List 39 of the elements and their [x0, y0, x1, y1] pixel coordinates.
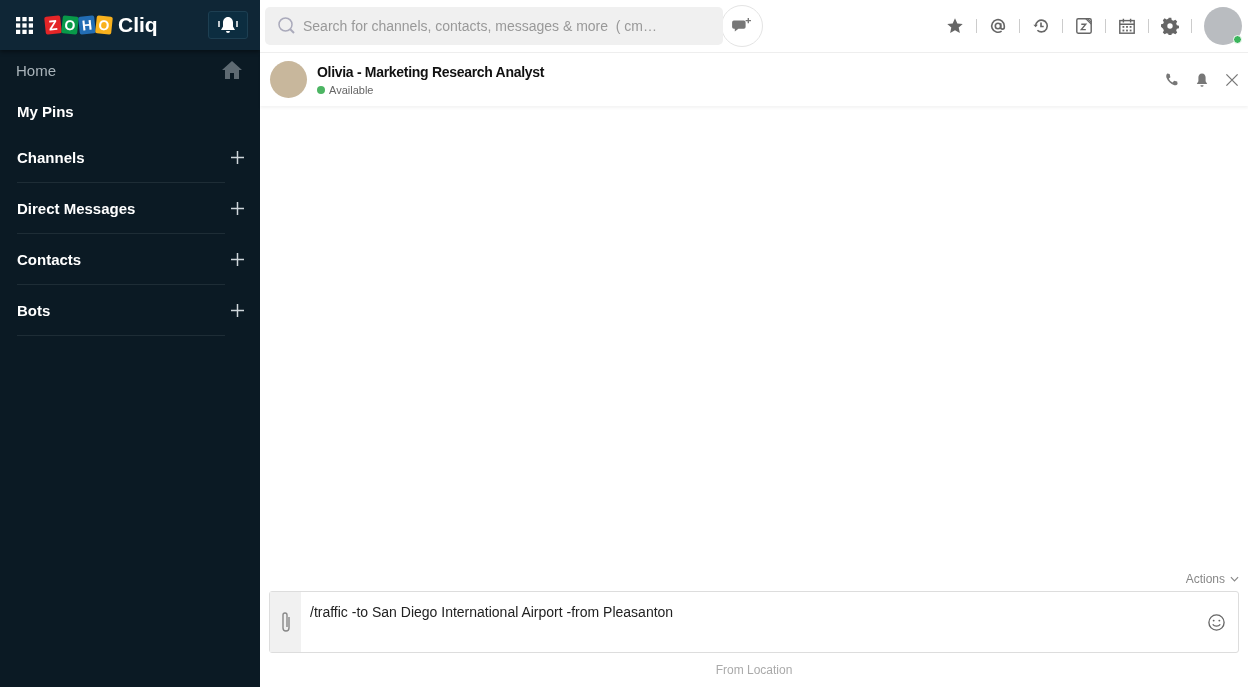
logo-tile: O	[95, 15, 113, 35]
history-icon[interactable]	[1032, 17, 1050, 35]
online-status-icon	[1233, 35, 1242, 44]
add-icon[interactable]	[231, 150, 244, 164]
document-icon[interactable]	[1075, 17, 1093, 35]
sidebar-item[interactable]: Home	[16, 61, 56, 79]
app-name: Cliq	[118, 13, 158, 37]
emoji-icon[interactable]	[1207, 612, 1226, 632]
logo-tile: Z	[44, 15, 62, 35]
actions-dropdown[interactable]: Actions	[1185, 572, 1239, 586]
logo-tile: H	[78, 15, 96, 35]
close-icon[interactable]	[1224, 71, 1240, 88]
sidebar-item[interactable]: Direct Messages	[17, 199, 136, 217]
add-icon[interactable]	[231, 201, 244, 215]
search-field[interactable]: Search for channels, contacts, messages & more ( cm…	[265, 7, 723, 45]
contact-name: Olivia - Marketing Research Analyst	[317, 63, 545, 80]
available-status-icon	[317, 85, 325, 94]
bell-icon[interactable]	[216, 15, 240, 35]
sidebar-item[interactable]: My Pins	[17, 102, 74, 120]
add-icon[interactable]	[231, 252, 244, 266]
home-icon[interactable]	[222, 60, 242, 80]
sidebar-item[interactable]: Bots	[17, 301, 51, 319]
contact-avatar	[270, 61, 307, 98]
star-icon[interactable]	[946, 17, 964, 35]
at-sign-icon[interactable]	[989, 17, 1007, 35]
calendar-icon[interactable]	[1118, 17, 1136, 35]
phone-icon[interactable]	[1164, 71, 1180, 88]
notification-button[interactable]	[208, 11, 248, 39]
command-hint: From Location	[714, 663, 794, 677]
paperclip-icon[interactable]	[279, 610, 292, 634]
new-chat-button[interactable]	[721, 5, 763, 47]
logo-tile: O	[61, 15, 79, 35]
sidebar-item[interactable]: Contacts	[17, 250, 82, 268]
app-grid-icon[interactable]	[16, 16, 33, 34]
sidebar-item[interactable]: Channels	[17, 148, 85, 166]
settings-icon[interactable]	[1161, 17, 1179, 35]
contact-status: Available	[329, 83, 374, 96]
caret-icon[interactable]	[1230, 576, 1239, 582]
add-icon[interactable]	[231, 303, 244, 317]
